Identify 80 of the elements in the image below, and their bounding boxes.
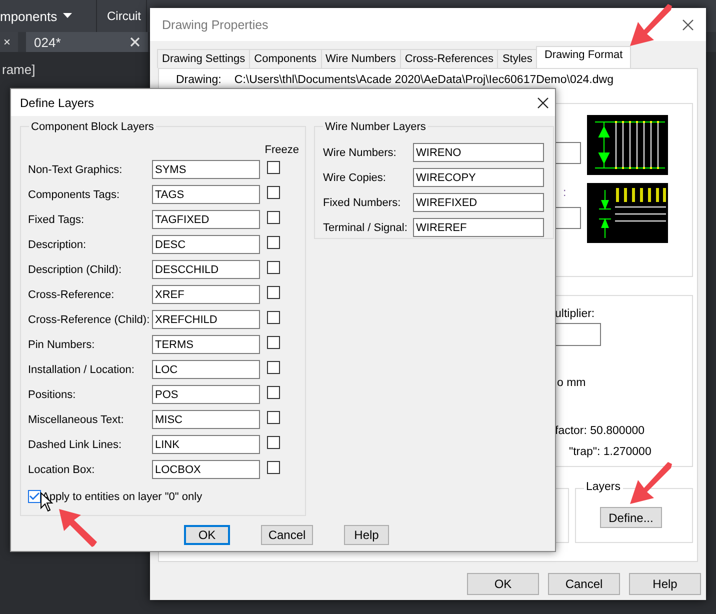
freeze-checkbox[interactable] bbox=[267, 261, 280, 274]
freeze-checkbox[interactable] bbox=[267, 311, 280, 324]
field-label: Positions: bbox=[28, 388, 77, 400]
layer-input[interactable]: MISC bbox=[152, 410, 260, 429]
freeze-checkbox[interactable] bbox=[267, 186, 280, 199]
field-label: Dashed Link Lines: bbox=[28, 438, 123, 450]
dialog-button[interactable]: Help bbox=[344, 525, 389, 545]
layer-input[interactable]: LOCBOX bbox=[152, 460, 260, 479]
layer-input[interactable]: TAGS bbox=[152, 185, 260, 204]
freeze-checkbox[interactable] bbox=[267, 461, 280, 474]
group-title: Wire Number Layers bbox=[323, 121, 428, 133]
freeze-checkbox[interactable] bbox=[267, 411, 280, 424]
layer-input[interactable]: TERMS bbox=[152, 335, 260, 354]
field-label: Fixed Tags: bbox=[28, 214, 86, 226]
layer-input[interactable]: DESC bbox=[152, 235, 260, 254]
field-label: Miscellaneous Text: bbox=[28, 414, 125, 426]
layer-input[interactable]: LINK bbox=[152, 435, 260, 454]
layer-input[interactable]: LOC bbox=[152, 360, 260, 379]
close-icon[interactable] bbox=[537, 96, 549, 108]
label-fragment: "trap": 1.270000 bbox=[569, 446, 652, 458]
column-header: Freeze bbox=[264, 144, 299, 157]
tab[interactable]: Drawing Format bbox=[536, 46, 631, 68]
freeze-checkbox[interactable] bbox=[267, 161, 280, 174]
pointer-arrow bbox=[628, 460, 674, 506]
field-label: Location Box: bbox=[28, 464, 96, 476]
field-label: Description (Child): bbox=[28, 264, 123, 276]
dialog-button[interactable]: OK bbox=[184, 525, 230, 545]
field-label: Wire Copies: bbox=[323, 172, 387, 184]
dialog-title: Define Layers bbox=[20, 96, 94, 110]
pointer-arrow bbox=[628, 2, 674, 48]
layer-input[interactable]: XREFCHILD bbox=[152, 310, 260, 329]
apply-checkbox[interactable] bbox=[28, 490, 41, 503]
layer-input[interactable]: WIREFIXED bbox=[413, 193, 544, 212]
close-icon[interactable] bbox=[4, 37, 10, 47]
group-title: Component Block Layers bbox=[29, 121, 156, 133]
pointer-arrow bbox=[58, 508, 98, 548]
field-label: Pin Numbers: bbox=[28, 338, 96, 350]
freeze-checkbox[interactable] bbox=[267, 436, 280, 449]
freeze-checkbox[interactable] bbox=[267, 236, 280, 249]
field-label: Terminal / Signal: bbox=[323, 222, 408, 234]
field-label: Cross-Reference: bbox=[28, 288, 116, 300]
dialog-button[interactable]: Cancel bbox=[548, 573, 620, 595]
field-label: Installation / Location: bbox=[28, 364, 136, 376]
label-fragment: : bbox=[563, 187, 566, 199]
layer-input[interactable]: POS bbox=[152, 385, 260, 404]
define-button[interactable]: Define... bbox=[600, 507, 662, 528]
freeze-checkbox[interactable] bbox=[267, 336, 280, 349]
layer-input[interactable]: DESCCHILD bbox=[152, 260, 260, 279]
document-tab[interactable]: 024* bbox=[26, 32, 148, 52]
label-fragment: factor: 50.800000 bbox=[555, 425, 645, 437]
field-label: Wire Numbers: bbox=[323, 146, 398, 158]
field-label: Components Tags: bbox=[28, 188, 121, 200]
freeze-checkbox[interactable] bbox=[267, 286, 280, 299]
field-label: Cross-Reference (Child): bbox=[28, 314, 151, 326]
field-label: Fixed Numbers: bbox=[323, 196, 402, 208]
layer-input[interactable]: WIREREF bbox=[413, 218, 544, 237]
field-label: Drawing: bbox=[176, 74, 222, 86]
field-label: Description: bbox=[28, 238, 88, 250]
group-title: Layers bbox=[584, 481, 623, 493]
freeze-checkbox[interactable] bbox=[267, 361, 280, 374]
label-fragment: ultiplier: bbox=[555, 308, 595, 320]
dialog-button[interactable]: Help bbox=[629, 573, 701, 595]
layer-input[interactable]: TAGFIXED bbox=[152, 210, 260, 229]
layer-input[interactable]: WIRENO bbox=[413, 143, 544, 162]
dialog-button[interactable]: Cancel bbox=[261, 525, 313, 545]
layer-input[interactable]: SYMS bbox=[152, 160, 260, 179]
freeze-checkbox[interactable] bbox=[267, 211, 280, 224]
document-tab[interactable] bbox=[0, 32, 18, 52]
layer-input[interactable]: WIRECOPY bbox=[413, 168, 544, 187]
tab[interactable]: Drawing Settings bbox=[157, 49, 250, 68]
layer-input[interactable]: XREF bbox=[152, 285, 260, 304]
drawing-text: rame] bbox=[2, 62, 36, 77]
window-title: Drawing Properties bbox=[162, 18, 268, 32]
label-fragment: o mm bbox=[557, 377, 586, 389]
freeze-checkbox[interactable] bbox=[267, 386, 280, 399]
file-path: C:\Users\thl\Documents\Acade 2020\AeData\Proj\Iec60617Demo\024.dwg bbox=[234, 74, 614, 86]
dialog-button[interactable]: OK bbox=[467, 573, 539, 595]
close-icon[interactable] bbox=[682, 18, 694, 30]
field-label: Non-Text Graphics: bbox=[28, 164, 124, 176]
caret-icon bbox=[63, 13, 72, 19]
